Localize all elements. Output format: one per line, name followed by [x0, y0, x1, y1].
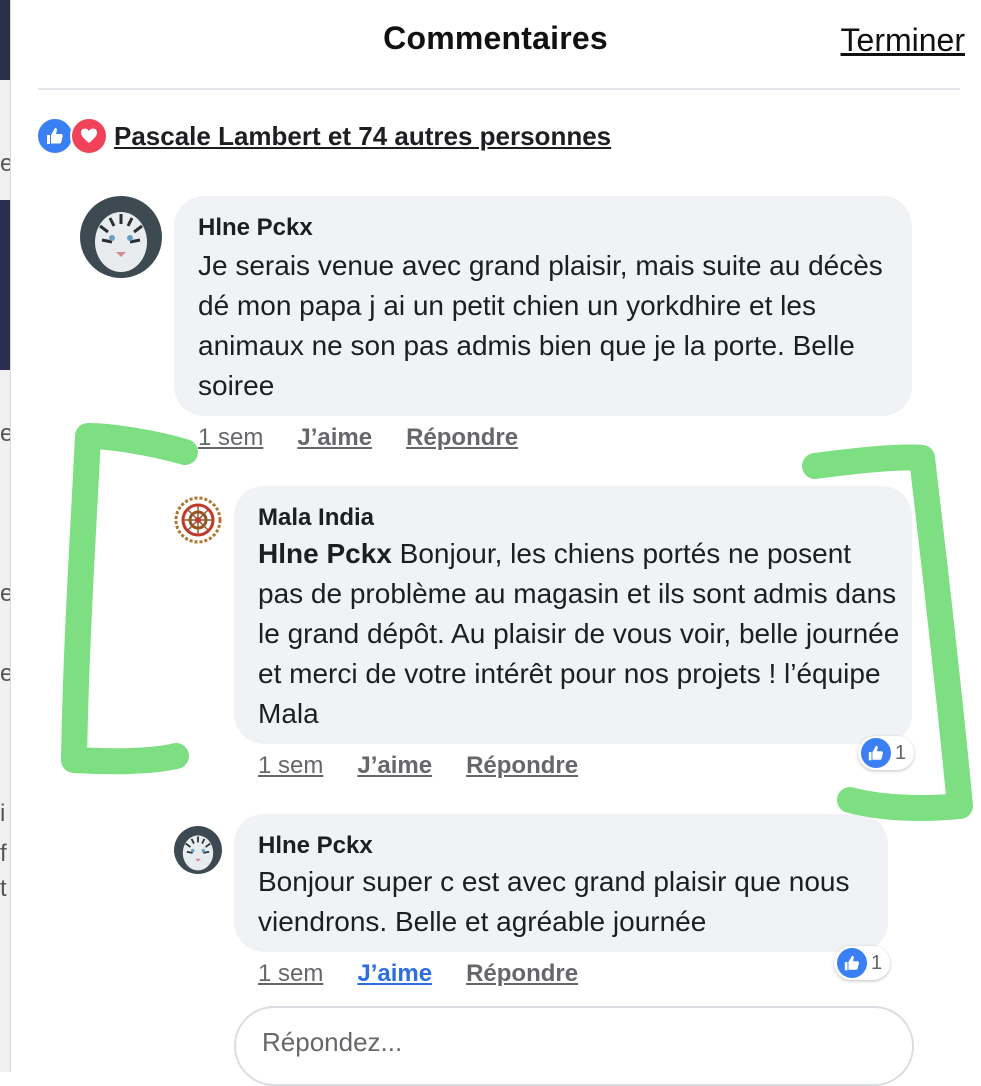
love-icon: [70, 117, 108, 155]
reply-input-box[interactable]: [234, 1006, 914, 1086]
like-button[interactable]: J’aime: [297, 424, 372, 452]
like-button-active[interactable]: J’aime: [357, 960, 432, 988]
reply-button[interactable]: Répondre: [466, 960, 578, 988]
like-icon: [861, 738, 891, 768]
comment-text: Bonjour super c est avec grand plaisir q…: [258, 866, 850, 937]
comment-text: Je serais venue avec grand plaisir, mais…: [198, 250, 883, 401]
comment-actions: 1 sem J’aime Répondre: [258, 960, 578, 988]
done-button[interactable]: Terminer: [841, 22, 965, 59]
page-title: Commentaires: [383, 20, 608, 56]
like-icon: [837, 948, 867, 978]
comment-author[interactable]: Mala India: [258, 504, 374, 532]
comment-author[interactable]: Hlne Pckx: [258, 832, 373, 860]
background-page-strip: e e e e i f t: [0, 0, 11, 1072]
mandala-avatar[interactable]: [174, 496, 222, 544]
reply-input[interactable]: [260, 1026, 884, 1059]
tiger-avatar[interactable]: [174, 826, 222, 874]
reactions-summary[interactable]: Pascale Lambert et 74 autres personnes: [36, 117, 611, 155]
header-divider: [38, 88, 960, 90]
comment-actions: 1 sem J’aime Répondre: [258, 752, 578, 780]
like-count: 1: [871, 951, 883, 974]
comment-actions: 1 sem J’aime Répondre: [198, 424, 518, 452]
mention-link[interactable]: Hlne Pckx: [258, 538, 392, 569]
reactions-summary-label[interactable]: Pascale Lambert et 74 autres personnes: [114, 121, 611, 152]
like-count-badge[interactable]: 1: [834, 946, 891, 980]
like-icon: [36, 117, 74, 155]
reply-button[interactable]: Répondre: [406, 424, 518, 452]
tiger-avatar[interactable]: [80, 196, 162, 278]
comment-time[interactable]: 1 sem: [198, 424, 263, 452]
comment-text: Hlne Pckx Bonjour, les chiens portés ne …: [258, 534, 900, 734]
like-count-badge[interactable]: 1: [858, 736, 915, 770]
comment-author[interactable]: Hlne Pckx: [198, 214, 313, 242]
like-button[interactable]: J’aime: [357, 752, 432, 780]
comment-time[interactable]: 1 sem: [258, 960, 323, 988]
reply-button[interactable]: Répondre: [466, 752, 578, 780]
comments-header: Commentaires Terminer: [10, 0, 981, 88]
comment-time[interactable]: 1 sem: [258, 752, 323, 780]
like-count: 1: [895, 741, 907, 764]
